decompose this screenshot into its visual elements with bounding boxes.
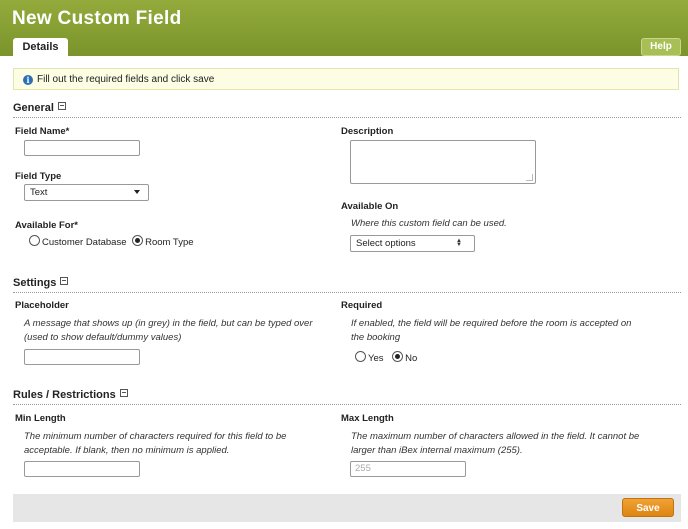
page-title: New Custom Field	[12, 8, 182, 29]
section-settings-title: Settings	[13, 277, 57, 289]
max-length-input[interactable]: 255	[350, 461, 466, 477]
radio-room-type[interactable]	[132, 235, 144, 246]
placeholder-input[interactable]	[24, 349, 140, 365]
radio-label-customer-database: Customer Database	[42, 237, 127, 248]
min-length-label: Min Length	[15, 413, 66, 424]
radio-customer-database[interactable]	[29, 235, 40, 246]
required-label: Required	[341, 300, 383, 311]
dropdown-arrow-icon	[134, 190, 140, 194]
available-on-selected: Select options	[356, 238, 416, 249]
section-rules-heading[interactable]: Rules / Restrictions	[13, 389, 128, 401]
required-radio-group: Yes No	[355, 351, 417, 364]
min-length-help: The minimum number of characters require…	[24, 431, 287, 456]
radio-required-yes[interactable]	[355, 351, 366, 362]
page-header: New Custom Field Details Help	[0, 0, 688, 56]
section-general-title: General	[13, 102, 54, 114]
section-rules-title: Rules / Restrictions	[13, 389, 116, 401]
info-icon: i	[23, 75, 33, 85]
description-label: Description	[341, 126, 394, 137]
radio-required-no[interactable]	[392, 351, 404, 362]
radio-label-yes: Yes	[368, 353, 384, 364]
notice-text: Fill out the required fields and click s…	[37, 74, 215, 85]
max-length-label: Max Length	[341, 413, 394, 424]
form-footer: Save	[13, 494, 681, 522]
save-button[interactable]: Save	[622, 498, 674, 517]
field-type-selected: Text	[30, 187, 48, 198]
required-help: If enabled, the field will be required b…	[351, 318, 632, 343]
tab-details[interactable]: Details	[13, 38, 68, 56]
section-settings-heading[interactable]: Settings	[13, 277, 69, 289]
max-length-help: The maximum number of characters allowed…	[351, 431, 640, 456]
available-on-label: Available On	[341, 201, 399, 212]
collapse-icon[interactable]	[60, 277, 69, 285]
collapse-icon[interactable]	[57, 102, 66, 110]
placeholder-label: Placeholder	[15, 300, 69, 311]
section-divider	[13, 292, 681, 293]
field-type-label: Field Type	[15, 171, 62, 182]
radio-label-room-type: Room Type	[145, 237, 194, 248]
field-name-input[interactable]	[24, 140, 140, 156]
available-for-radio-group: Customer Database Room Type	[29, 235, 194, 248]
available-on-help: Where this custom field can be used.	[351, 218, 507, 229]
placeholder-help: A message that shows up (in grey) in the…	[24, 318, 313, 343]
available-on-select[interactable]: Select options ▲ ▼	[350, 235, 475, 252]
available-for-label: Available For*	[15, 220, 79, 231]
updown-arrows-icon: ▲ ▼	[456, 238, 462, 248]
radio-label-no: No	[405, 353, 418, 364]
help-button[interactable]: Help	[641, 38, 681, 56]
section-general-heading[interactable]: General	[13, 102, 66, 114]
info-notice: i Fill out the required fields and click …	[13, 68, 679, 90]
min-length-input[interactable]	[24, 461, 140, 477]
collapse-icon[interactable]	[119, 389, 128, 397]
section-divider	[13, 117, 681, 118]
description-textarea[interactable]	[350, 140, 536, 184]
field-name-label: Field Name*	[15, 126, 70, 137]
section-divider	[13, 404, 681, 405]
field-type-select[interactable]: Text	[24, 184, 149, 201]
resize-grip-icon[interactable]	[526, 174, 533, 181]
